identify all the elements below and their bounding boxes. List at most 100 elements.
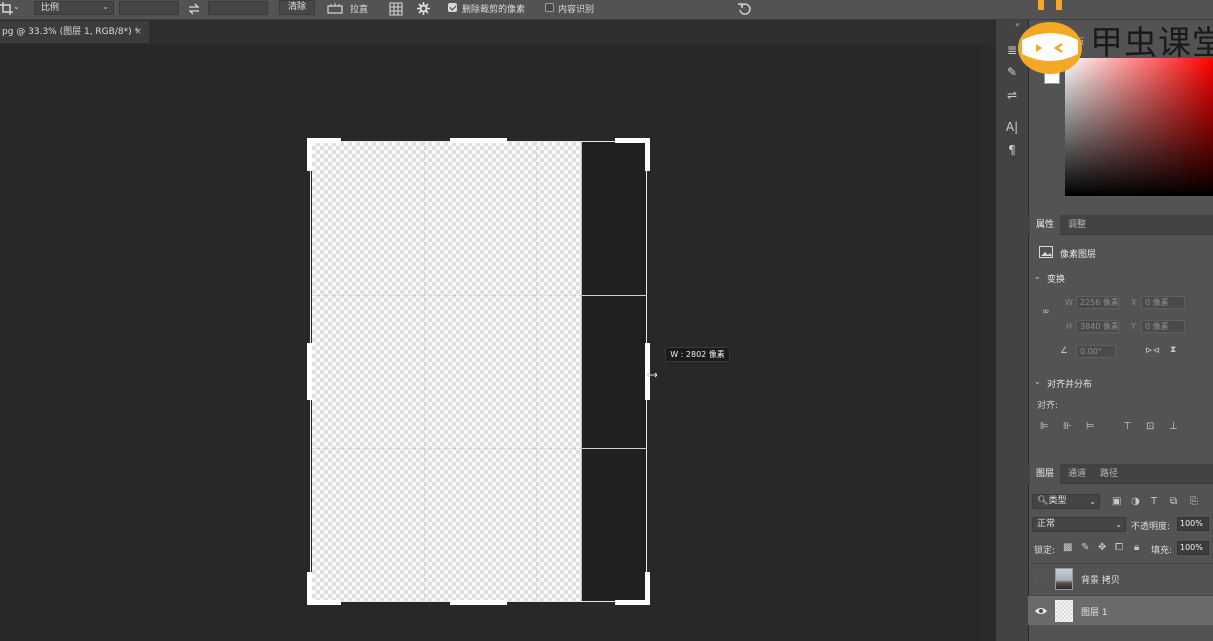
lock-position-icon[interactable]: ✥ <box>1098 542 1106 554</box>
properties-tab-bar: 属性 调整 <box>1028 215 1213 235</box>
visibility-toggle[interactable] <box>1036 573 1046 583</box>
flip-vertical-icon[interactable]: ⧗ <box>1170 344 1176 356</box>
crop-handle-bottom-left[interactable] <box>307 572 312 605</box>
panel-icon-strip: « ≣ ✎ ⇌ A| ¶ <box>995 20 1028 641</box>
watermark-logo <box>1014 0 1084 80</box>
blend-mode-select[interactable]: 正常 ⌄ <box>1032 517 1126 532</box>
content-aware-checkbox[interactable] <box>545 3 554 12</box>
tab-bar <box>0 20 995 44</box>
blend-mode-value: 正常 <box>1037 519 1056 529</box>
close-icon[interactable]: × <box>134 21 142 43</box>
layer-filter-value: 类型 <box>1048 496 1067 506</box>
straighten-icon[interactable] <box>327 2 343 16</box>
x-field[interactable]: 0 像素 <box>1141 296 1185 309</box>
align-bottom-icon[interactable]: ⊥ <box>1169 421 1178 433</box>
align-left-icon[interactable]: ⊫ <box>1040 421 1049 433</box>
character-icon[interactable]: A| <box>1004 119 1020 135</box>
crop-handle-top-right[interactable] <box>645 138 650 171</box>
straighten-label[interactable]: 拉直 <box>350 2 368 15</box>
tab-paths[interactable]: 路径 <box>1094 464 1124 484</box>
document-tab[interactable]: pg @ 33.3% (图层 1, RGB/8*) * × <box>0 21 149 43</box>
chevron-down-icon[interactable]: ⌄ <box>1034 376 1041 388</box>
watermark-text: 甲虫课堂 <box>1090 23 1213 62</box>
layer-filter-select[interactable]: 🔍︎类型 ⌄ <box>1032 494 1100 509</box>
filter-type-icon[interactable]: T <box>1151 496 1157 508</box>
y-label: Y <box>1131 322 1136 331</box>
link-icon[interactable]: ∞ <box>1042 306 1050 318</box>
layer-row[interactable]: 背景 拷贝 <box>1028 563 1213 593</box>
fill-label: 填充: <box>1151 546 1173 556</box>
angle-icon: ∠ <box>1060 346 1069 356</box>
tab-properties[interactable]: 属性 <box>1030 215 1061 235</box>
chevron-down-icon: ⌄ <box>102 2 109 11</box>
document-tab-title: pg @ 33.3% (图层 1, RGB/8*) * <box>2 27 139 37</box>
ratio-select-value: 比例 <box>41 3 60 13</box>
lock-transparent-icon[interactable]: ▩ <box>1063 542 1072 554</box>
content-aware-label[interactable]: 内容识别 <box>558 2 594 15</box>
delete-cropped-checkbox[interactable] <box>448 3 457 12</box>
chevron-down-icon[interactable]: ⌄ <box>1034 271 1041 283</box>
crop-handle-top-left[interactable] <box>307 138 312 171</box>
reset-icon[interactable] <box>737 1 752 16</box>
crop-handle-top-left[interactable] <box>307 138 341 143</box>
fill-field[interactable]: 100% <box>1177 541 1209 555</box>
clear-button[interactable]: 清除 <box>279 0 315 15</box>
delete-cropped-label[interactable]: 删除裁剪的像素 <box>462 2 525 15</box>
align-top-icon[interactable]: ⊤ <box>1123 421 1132 433</box>
ratio-width-input[interactable] <box>119 1 179 15</box>
flip-horizontal-icon[interactable]: ⊳⊲ <box>1145 345 1160 357</box>
ratio-height-input[interactable] <box>208 1 268 15</box>
ratio-select[interactable]: 比例 ⌄ <box>34 1 114 15</box>
layer-type-label: 像素图层 <box>1060 250 1097 260</box>
layer-name[interactable]: 图层 1 <box>1081 605 1108 618</box>
paragraph-icon[interactable]: ¶ <box>1004 142 1020 158</box>
gear-icon[interactable] <box>416 1 431 16</box>
tab-adjustments[interactable]: 调整 <box>1062 215 1092 235</box>
vertical-scrollbar[interactable] <box>983 44 995 641</box>
width-field[interactable]: 2256 像素 <box>1076 296 1120 309</box>
crop-handle-bottom-right[interactable] <box>645 572 650 605</box>
layer-row-selected[interactable]: 图层 1 <box>1028 595 1213 625</box>
align-center-h-icon[interactable]: ⊪ <box>1063 421 1072 433</box>
grid-overlay-icon[interactable] <box>389 2 403 16</box>
lock-pixels-icon[interactable]: ✎ <box>1081 542 1089 554</box>
filter-shape-icon[interactable]: ⧉ <box>1170 496 1177 508</box>
pixel-layer-icon <box>1039 246 1053 258</box>
swap-icon[interactable] <box>187 2 201 16</box>
layer-thumbnail <box>1055 600 1073 622</box>
angle-field[interactable]: 0.00° <box>1076 345 1116 358</box>
adjustments-icon[interactable]: ⇌ <box>1004 87 1020 103</box>
align-middle-v-icon[interactable]: ⊡ <box>1146 421 1154 433</box>
search-icon: 🔍︎ <box>1037 496 1049 506</box>
align-label: 对齐: <box>1037 401 1059 411</box>
filter-adjustment-icon[interactable]: ◑ <box>1131 496 1140 508</box>
chevron-down-icon: ⌄ <box>1115 520 1122 529</box>
lock-all-icon[interactable]: 🔒︎ <box>1134 542 1139 554</box>
crop-handle-bottom-left[interactable] <box>307 600 341 605</box>
filter-pixel-icon[interactable]: ▣ <box>1112 496 1121 508</box>
lock-artboard-icon[interactable]: ⧠ <box>1115 542 1123 554</box>
color-picker-field[interactable] <box>1065 58 1213 196</box>
lock-label: 锁定: <box>1034 546 1056 556</box>
tab-channels[interactable]: 通道 <box>1062 464 1092 484</box>
h-label: H <box>1066 322 1073 331</box>
tab-layers[interactable]: 图层 <box>1030 464 1061 484</box>
crop-handle-top[interactable] <box>450 138 507 143</box>
transform-header[interactable]: 变换 <box>1047 272 1065 285</box>
crop-frame[interactable] <box>310 141 647 602</box>
crop-handle-bottom[interactable] <box>450 600 507 605</box>
crop-tool-icon[interactable] <box>0 2 14 16</box>
tool-preset-chevron-icon[interactable]: ⌄ <box>13 2 20 11</box>
align-right-icon[interactable]: ⊨ <box>1086 421 1095 433</box>
layer-name[interactable]: 背景 拷贝 <box>1081 573 1120 586</box>
crop-handle-left[interactable] <box>307 343 312 400</box>
align-header[interactable]: 对齐并分布 <box>1047 377 1092 390</box>
layer-thumbnail <box>1055 568 1073 590</box>
opacity-field[interactable]: 100% <box>1177 517 1209 531</box>
filter-smart-object-icon[interactable]: ⎘ <box>1190 496 1198 508</box>
height-field[interactable]: 3840 像素 <box>1076 320 1120 333</box>
dimension-tooltip: W : 2802 像素 <box>665 347 730 362</box>
resize-cursor-icon <box>646 371 658 379</box>
eye-icon[interactable] <box>1034 605 1048 617</box>
y-field[interactable]: 0 像素 <box>1141 320 1185 333</box>
